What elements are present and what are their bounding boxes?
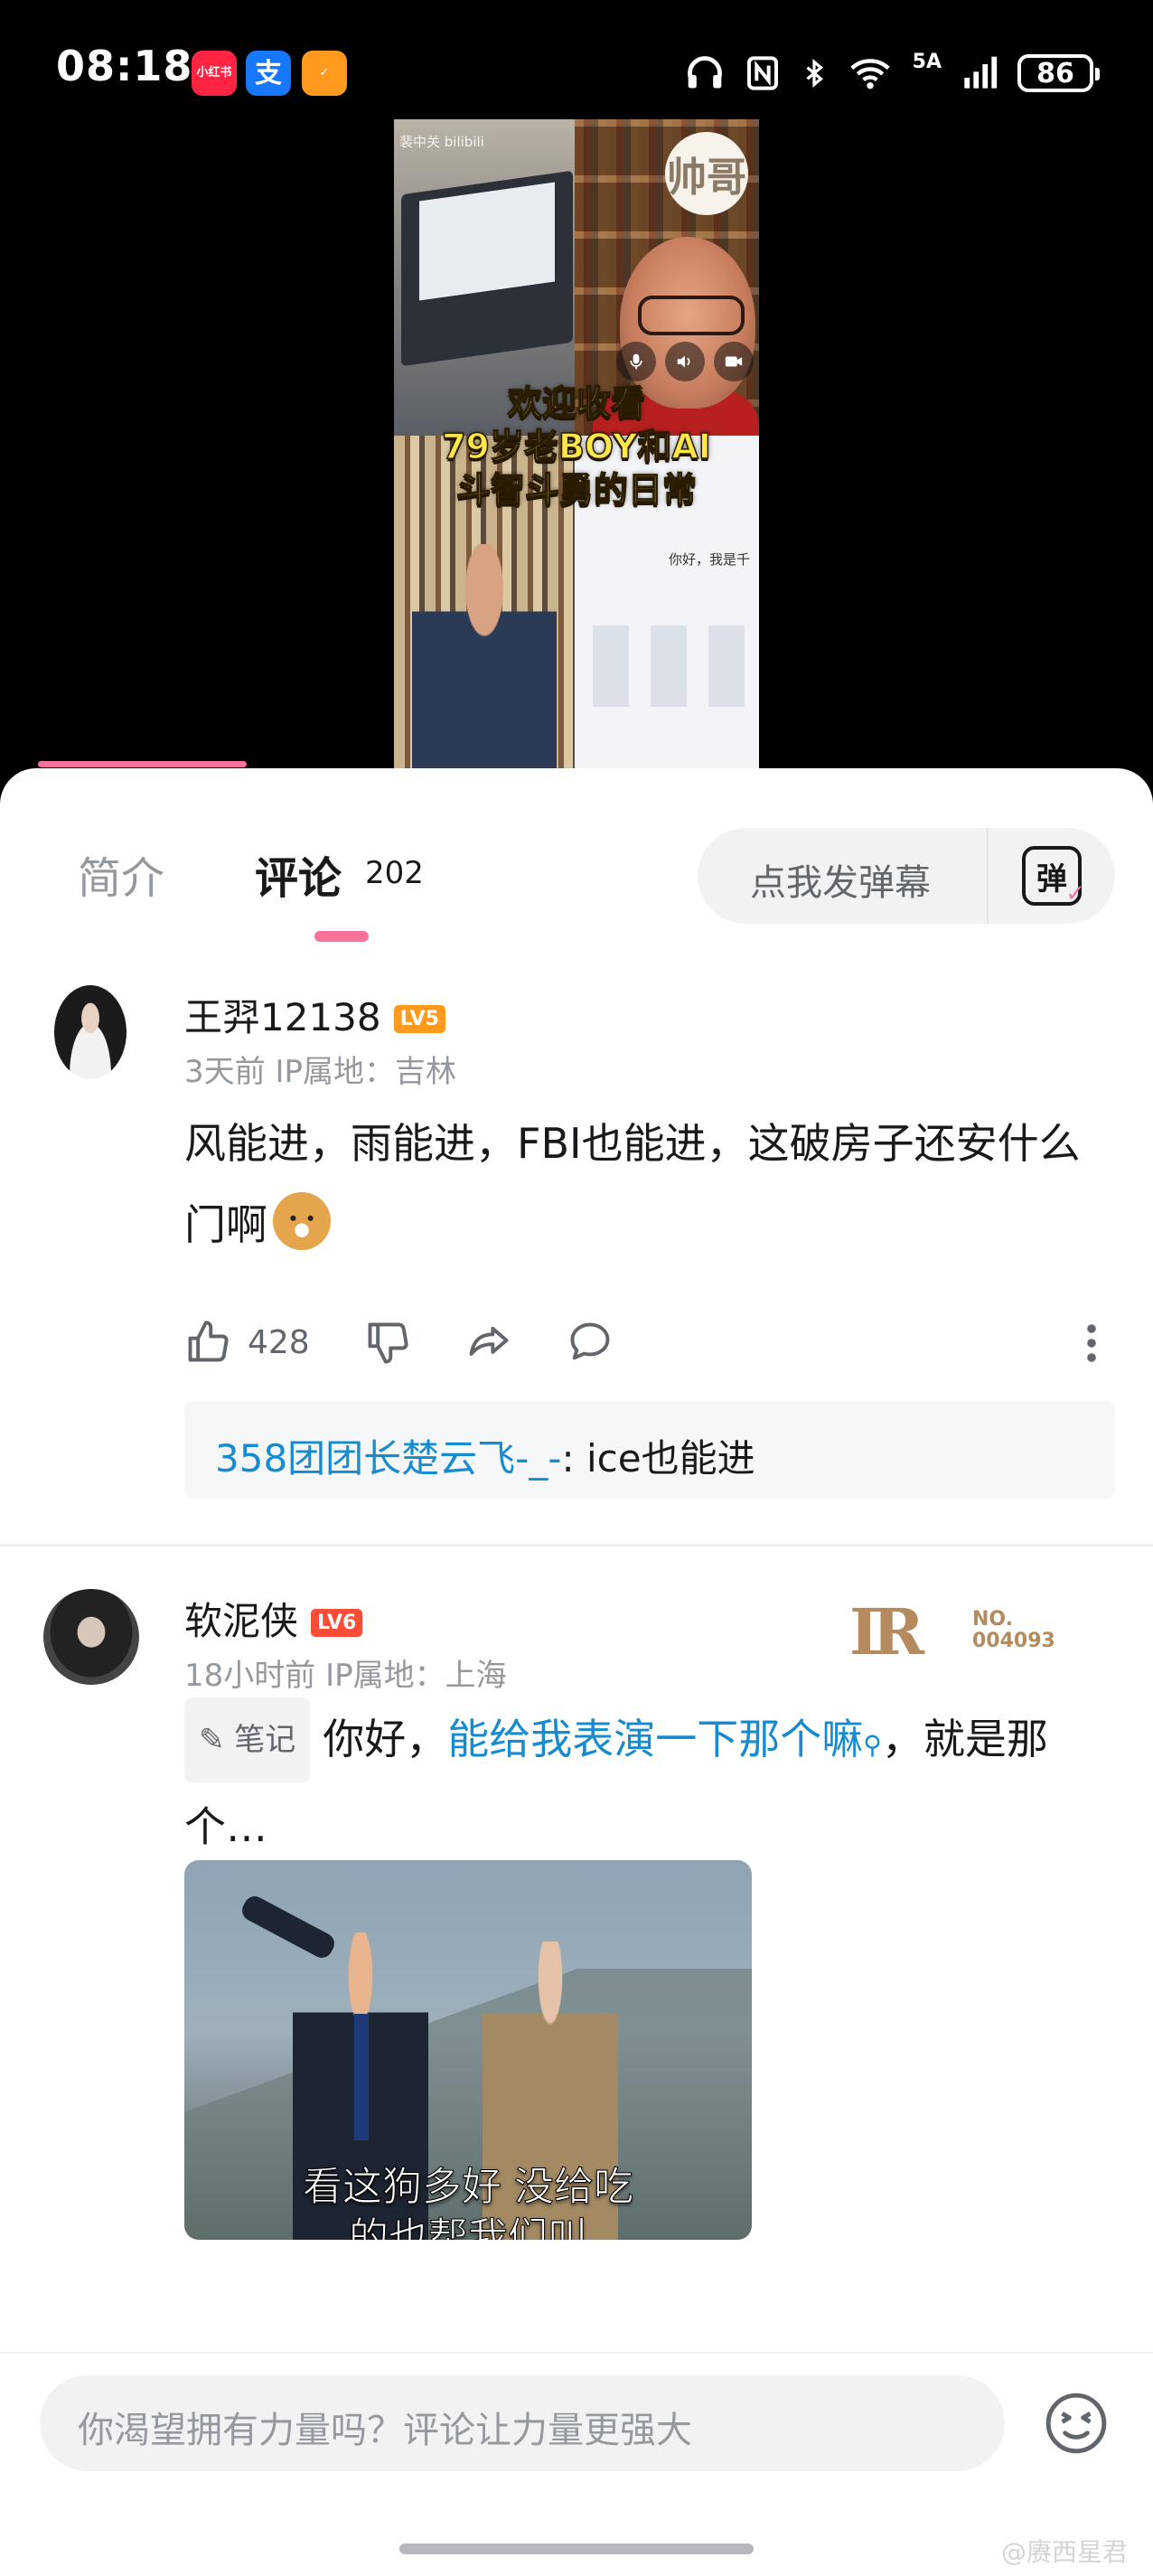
- fan-medal-badge: IR NO. 004093: [849, 1589, 1075, 1669]
- video-channel-watermark: 裴中关 bilibili: [399, 134, 484, 150]
- speaker-icon: [665, 342, 705, 381]
- status-bar: 08:18 小红书 支 ✓ 5A 86: [0, 0, 1153, 118]
- laptop-illustration: [401, 170, 573, 367]
- bluetooth-icon: [806, 59, 823, 88]
- comment-bubble-icon: [570, 1322, 610, 1360]
- thumbs-up-icon: [188, 1321, 229, 1362]
- comment-image[interactable]: 看这狗多好 没给吃 的也帮我们叫: [184, 1860, 752, 2240]
- check-icon: ✓: [1065, 880, 1085, 907]
- username-text: 王羿12138: [184, 995, 381, 1039]
- reply-username[interactable]: 358团团长楚云飞-_-: [215, 1436, 561, 1481]
- share-button[interactable]: [465, 1319, 512, 1366]
- comment-count: 202: [365, 855, 424, 891]
- danmaku-input[interactable]: 点我发弹幕 弹 ✓: [698, 828, 1115, 924]
- active-tab-indicator: [314, 931, 369, 942]
- search-keyword-link[interactable]: 能给我表演一下那个嘛⚲: [447, 1715, 882, 1763]
- comment-time: 3天前: [184, 1054, 266, 1090]
- signal-icon: [964, 56, 998, 89]
- reply-button[interactable]: [567, 1319, 614, 1366]
- content-sheet: 简介 评论 202 点我发弹幕 弹 ✓ 王羿12138 LV5 3天前 IP属地：…: [0, 768, 1153, 2574]
- fan-medal-logo: IR: [849, 1594, 924, 1669]
- mic-icon: [616, 342, 656, 381]
- dislike-button[interactable]: [364, 1319, 411, 1366]
- video-progress-bar[interactable]: [38, 761, 247, 767]
- wifi-icon: [849, 59, 890, 89]
- video-caption-line-1: 欢迎收看: [507, 382, 646, 424]
- share-icon: [469, 1326, 509, 1356]
- level-badge: LV6: [311, 1609, 363, 1637]
- avatar[interactable]: [43, 1589, 139, 1685]
- meme-caption-line-1: 看这狗多好 没给吃: [303, 2164, 634, 2211]
- comment-username[interactable]: 软泥侠 LV6: [184, 1591, 363, 1646]
- home-indicator[interactable]: [399, 2543, 754, 2554]
- tab-comments[interactable]: 评论: [255, 842, 342, 906]
- network-type-label: 5A: [912, 51, 942, 73]
- comment-input[interactable]: 你渴望拥有力量吗？评论让力量更强大: [40, 2375, 1005, 2471]
- comment-divider: [0, 1544, 1153, 1547]
- comment-actions: 428: [184, 1315, 668, 1369]
- comment-meta: 3天前 IP属地：吉林: [184, 1047, 456, 1091]
- video-badge: 帅哥: [665, 132, 748, 215]
- level-badge: LV5: [393, 1005, 445, 1033]
- system-icons: 5A 86: [685, 49, 1100, 98]
- comment-ip: IP属地：吉林: [275, 1054, 456, 1090]
- comment-input-bar: 你渴望拥有力量吗？评论让力量更强大 @赓西星君: [0, 2352, 1153, 2576]
- reply-preview[interactable]: 358团团长楚云飞-_-: ice也能进: [184, 1401, 1115, 1499]
- search-icon: ⚲: [863, 1730, 882, 1760]
- comment-meta: 18小时前 IP属地：上海: [184, 1650, 507, 1695]
- meme-caption: 看这狗多好 没给吃 的也帮我们叫: [184, 2162, 752, 2241]
- more-options-icon[interactable]: [1084, 1321, 1099, 1368]
- avatar[interactable]: [54, 985, 127, 1079]
- reply-line: 358团团长楚云飞-_-: ice也能进: [215, 1428, 755, 1483]
- danmaku-icon: 弹 ✓: [1022, 846, 1085, 907]
- comment-text-prefix: 你好，: [323, 1715, 448, 1763]
- thumbs-down-icon: [368, 1322, 408, 1364]
- note-icon: ✎: [199, 1722, 235, 1758]
- video-caption-line-3: 斗智斗勇的日常: [455, 469, 698, 511]
- video-caption-line-2: 79岁老BOY和AI: [441, 426, 711, 467]
- notification-app-icon: ✓: [302, 51, 347, 96]
- danmaku-icon-char: 弹: [1036, 860, 1067, 898]
- battery-indicator: 86: [1017, 54, 1100, 92]
- like-button[interactable]: 428: [184, 1319, 310, 1366]
- alipay-app-icon: 支: [246, 51, 291, 96]
- video-caption: 欢迎收看 79岁老BOY和AI 斗智斗勇的日常: [394, 381, 759, 512]
- comment-input-placeholder: 你渴望拥有力量吗？评论让力量更强大: [78, 2410, 692, 2451]
- fan-medal-label: NO.: [972, 1608, 1013, 1631]
- comment-item: 王羿12138 LV5 3天前 IP属地：吉林 风能进，雨能进，FBI也能进，这破…: [0, 985, 1153, 1365]
- watermark: @赓西星君: [1000, 2537, 1128, 2567]
- emoji-icon: [1045, 2393, 1107, 2454]
- status-time: 08:18: [56, 42, 193, 90]
- danmaku-toggle-button[interactable]: 弹 ✓: [987, 828, 1115, 924]
- emoji-button[interactable]: [1043, 2390, 1110, 2457]
- nfc-icon: [746, 56, 778, 90]
- comment-username[interactable]: 王羿12138 LV5: [184, 987, 445, 1042]
- video-man-figure: [412, 544, 557, 768]
- note-tag[interactable]: ✎ 笔记: [184, 1697, 311, 1782]
- tab-intro[interactable]: 简介: [78, 842, 164, 906]
- username-text: 软泥侠: [184, 1599, 299, 1643]
- doge-emoji-icon: [273, 1192, 331, 1250]
- tab-bar: 简介 评论 202 点我发弹幕 弹 ✓: [0, 768, 1153, 949]
- video-phone-text: 你好，我是千: [669, 551, 751, 568]
- keyword-link-text: 能给我表演一下那个嘛: [447, 1715, 864, 1763]
- reply-text: : ice也能进: [561, 1436, 755, 1481]
- camera-icon: [714, 342, 754, 381]
- fan-medal-digits: 004093: [972, 1630, 1055, 1652]
- like-count: 428: [248, 1323, 310, 1361]
- note-tag-label: 笔记: [234, 1722, 296, 1758]
- comment-text[interactable]: 风能进，雨能进，FBI也能进，这破房子还安什么门啊: [184, 1103, 1115, 1265]
- comment-ip: IP属地：上海: [325, 1658, 507, 1694]
- meme-caption-line-2: 的也帮我们叫: [349, 2214, 588, 2241]
- fan-medal-number: NO. 004093: [972, 1609, 1055, 1652]
- video-frame[interactable]: 帅哥 裴中关 bilibili 你好，我是千 欢迎收看 79岁老BOY和AI 斗…: [394, 119, 759, 768]
- danmaku-placeholder: 点我发弹幕: [750, 862, 931, 904]
- video-player[interactable]: 帅哥 裴中关 bilibili 你好，我是千 欢迎收看 79岁老BOY和AI 斗…: [0, 118, 1153, 768]
- comment-time: 18小时前: [184, 1658, 316, 1694]
- headphones-icon: [687, 56, 722, 89]
- xiaohongshu-app-icon: 小红书: [192, 51, 237, 96]
